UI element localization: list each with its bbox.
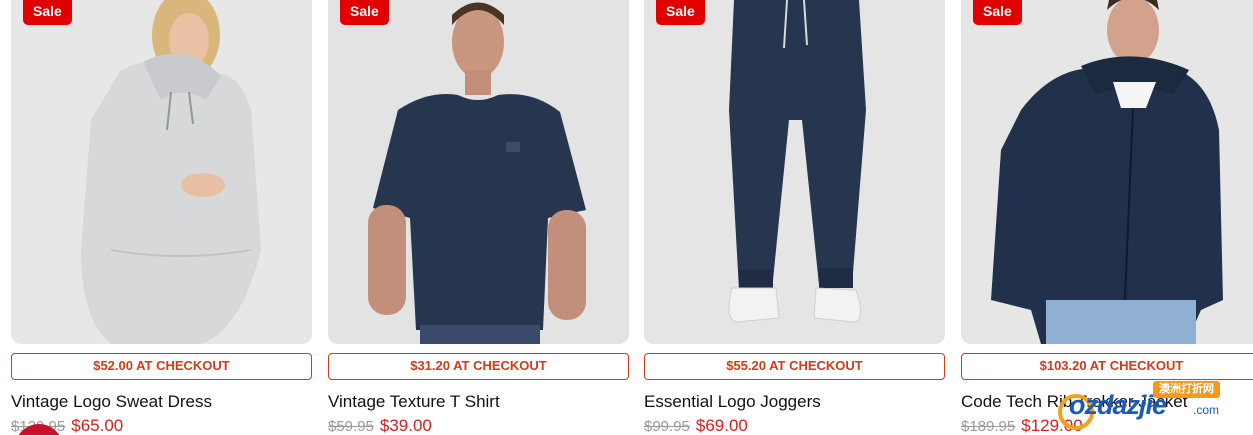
sale-price: $65.00 [71, 416, 124, 435]
checkout-price-button[interactable]: $55.20 AT CHECKOUT [644, 353, 945, 380]
product-card[interactable]: Sale $55.20 AT CHECKOUT Essential Logo J… [644, 0, 945, 435]
checkout-price-button[interactable]: $52.00 AT CHECKOUT [11, 353, 312, 380]
watermark-text: ozdazjie [1069, 390, 1167, 420]
product-card[interactable]: Sale $31.20 AT CHECKOUT Vintage Texture … [328, 0, 629, 435]
product-photo [961, 0, 1253, 344]
sale-badge: Sale [23, 0, 72, 25]
price-row: $99.95 $69.00 [644, 416, 748, 435]
original-price: $99.95 [644, 418, 690, 435]
sale-badge: Sale [340, 0, 389, 25]
product-image[interactable] [328, 0, 629, 344]
product-name[interactable]: Vintage Texture T Shirt [328, 392, 500, 412]
product-card[interactable]: Sale $103.20 AT CHECKOUT Code Tech Rib T… [961, 0, 1253, 435]
product-name[interactable]: Essential Logo Joggers [644, 392, 821, 412]
price-row: $59.95 $39.00 [328, 416, 432, 435]
original-price: $189.95 [961, 418, 1016, 435]
sale-badge: Sale [973, 0, 1022, 25]
product-image[interactable] [644, 0, 945, 344]
watermark-logo: 澳洲打折网 ozdazjie .com [1058, 376, 1253, 435]
watermark-suffix: .com [1193, 403, 1220, 417]
product-name[interactable]: Vintage Logo Sweat Dress [11, 392, 212, 412]
sale-price: $69.00 [695, 416, 748, 435]
product-card[interactable]: Sale $52.00 AT CHECKOUT Vintage Logo Swe… [11, 0, 312, 435]
product-photo [644, 0, 945, 344]
original-price: $59.95 [328, 418, 374, 435]
product-photo [11, 0, 312, 344]
checkout-price-button[interactable]: $31.20 AT CHECKOUT [328, 353, 629, 380]
product-grid: Sale $52.00 AT CHECKOUT Vintage Logo Swe… [11, 0, 1253, 435]
product-photo [328, 0, 629, 344]
product-image[interactable] [11, 0, 312, 344]
sale-badge: Sale [656, 0, 705, 25]
product-image[interactable] [961, 0, 1253, 344]
sale-price: $39.00 [379, 416, 432, 435]
